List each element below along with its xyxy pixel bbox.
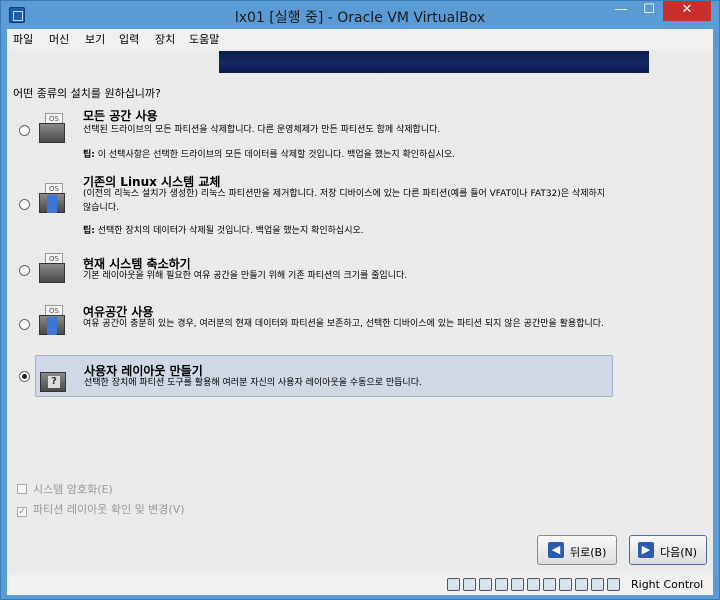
- audio-icon[interactable]: [479, 578, 492, 591]
- tip-label: 팁:: [83, 150, 95, 160]
- title-bar[interactable]: lx01 [실행 중] - Oracle VM VirtualBox — ☐ ✕: [1, 1, 719, 29]
- hard-disk-icon[interactable]: [447, 578, 460, 591]
- next-button[interactable]: ▶ 다음(N): [629, 535, 707, 565]
- radio-use-all-space[interactable]: [19, 125, 30, 136]
- disk-shrink-icon: OS: [39, 253, 67, 283]
- menu-view[interactable]: 보기: [85, 31, 105, 47]
- host-key-label: Right Control: [631, 578, 704, 591]
- checkbox-label: 시스템 암호화(E): [33, 483, 113, 496]
- option-desc: 여유 공간이 충분히 있는 경우, 여러분의 현재 데이터와 파티션을 보존하고…: [83, 319, 604, 329]
- menu-machine[interactable]: 머신: [49, 31, 69, 47]
- radio-custom-layout[interactable]: [19, 371, 30, 382]
- radio-use-free-space[interactable]: [19, 319, 30, 330]
- video-capture-icon[interactable]: [559, 578, 572, 591]
- close-button[interactable]: ✕: [663, 1, 711, 21]
- disk-full-icon: OS: [39, 113, 67, 143]
- tip-text: 이 선택사항은 선택한 드라이브의 모든 데이터를 삭제할 것입니다. 백업을 …: [94, 150, 456, 160]
- network-icon[interactable]: [495, 578, 508, 591]
- option-use-free-space[interactable]: OS 여유공간 사용 여유 공간이 충분히 있는 경우, 여러분의 현재 데이터…: [35, 303, 613, 349]
- virtualization-icon[interactable]: [575, 578, 588, 591]
- option-title: 모든 공간 사용: [83, 109, 158, 123]
- install-type-question: 어떤 종류의 설치를 원하십니까?: [13, 87, 161, 100]
- review-layout-checkbox[interactable]: ✓ 파티션 레이아웃 확인 및 변경(V): [17, 501, 185, 517]
- option-replace-linux[interactable]: OS 기존의 Linux 시스템 교체 (이전의 리눅스 설치가 생성한) 리눅…: [35, 173, 613, 237]
- minimize-button[interactable]: —: [607, 1, 635, 21]
- tip-label: 팁:: [83, 226, 95, 236]
- option-tip: 팁: 이 선택사항은 선택한 드라이브의 모든 데이터를 삭제할 것입니다. 백…: [83, 147, 455, 160]
- menu-bar: 파일 머신 보기 입력 장치 도움말: [7, 29, 713, 49]
- guest-screen[interactable]: 어떤 종류의 설치를 원하십니까? OS 모든 공간 사용 선택된 드라이브의 …: [7, 49, 713, 575]
- checkbox-box[interactable]: [17, 484, 27, 494]
- shared-folders-icon[interactable]: [527, 578, 540, 591]
- menu-help[interactable]: 도움말: [189, 31, 219, 47]
- disk-free-space-icon: OS: [39, 305, 67, 335]
- next-button-label: 다음(N): [660, 546, 698, 559]
- menu-input[interactable]: 입력: [119, 31, 139, 47]
- arrow-right-icon: ▶: [638, 542, 654, 558]
- disk-replace-icon: OS: [39, 183, 67, 213]
- checkbox-label: 파티션 레이아웃 확인 및 변경(V): [33, 503, 185, 516]
- option-desc: 선택한 장치에 파티션 도구를 활용해 여러분 자신의 사용자 레이아웃을 수동…: [84, 378, 422, 388]
- radio-shrink-system[interactable]: [19, 265, 30, 276]
- display-icon[interactable]: [543, 578, 556, 591]
- menu-file[interactable]: 파일: [13, 31, 33, 47]
- usb-icon[interactable]: [511, 578, 524, 591]
- arrow-left-icon: ◀: [548, 542, 564, 558]
- menu-devices[interactable]: 장치: [155, 31, 175, 47]
- checkbox-box[interactable]: ✓: [17, 507, 27, 517]
- encrypt-system-checkbox[interactable]: 시스템 암호화(E): [17, 481, 113, 497]
- option-custom-layout[interactable]: ? 사용자 레이아웃 만들기 선택한 장치에 파티션 도구를 활용해 여러분 자…: [35, 355, 613, 397]
- option-use-all-space[interactable]: OS 모든 공간 사용 선택된 드라이브의 모든 파티션을 삭제합니다. 다른 …: [35, 107, 613, 161]
- radio-replace-linux[interactable]: [19, 199, 30, 210]
- virtualbox-window: lx01 [실행 중] - Oracle VM VirtualBox — ☐ ✕…: [0, 0, 720, 600]
- tip-text: 선택한 장치의 데이터가 삭제될 것입니다. 백업을 했는지 확인하십시오.: [94, 226, 364, 236]
- option-tip: 팁: 선택한 장치의 데이터가 삭제될 것입니다. 백업을 했는지 확인하십시오…: [83, 223, 364, 236]
- installer-banner: [219, 51, 649, 73]
- option-desc: (이전의 리눅스 설치가 생성한) 리눅스 파티션만을 제거합니다. 저장 디바…: [83, 189, 606, 213]
- option-desc: 기본 레이아웃을 위해 필요한 여유 공간을 만들기 위해 기존 파티션의 크기…: [83, 271, 408, 281]
- option-shrink-system[interactable]: OS 현재 시스템 축소하기 기본 레이아웃을 위해 필요한 여유 공간을 만들…: [35, 253, 613, 289]
- status-bar: Right Control: [7, 575, 713, 595]
- optical-drive-icon[interactable]: [463, 578, 476, 591]
- option-desc: 선택된 드라이브의 모든 파티션을 삭제합니다. 다른 운영체제가 만든 파티션…: [83, 125, 441, 135]
- back-button[interactable]: ◀ 뒤로(B): [537, 535, 617, 565]
- disk-custom-icon: ?: [40, 362, 68, 392]
- back-button-label: 뒤로(B): [570, 546, 607, 559]
- keyboard-capture-icon[interactable]: [607, 578, 620, 591]
- maximize-button[interactable]: ☐: [635, 1, 663, 21]
- mouse-integration-icon[interactable]: [591, 578, 604, 591]
